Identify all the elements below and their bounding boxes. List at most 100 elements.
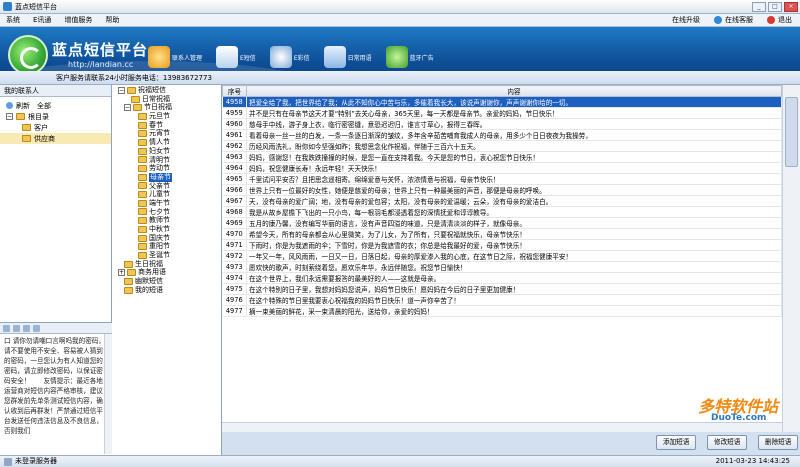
message-content-cell: 世界上只有一位最好的女性，她便是慈爱的母亲；世界上只有一种最美丽的声音，那便是母… [246,184,782,196]
notice-panel: 口 请你勿请嘲口言啊吗我的密码，请不要使用不安全、容易被人猜到的密码，一旦您认为… [0,322,112,455]
tree-festival-item[interactable]: 教师节 [112,216,221,225]
refresh-icon[interactable] [6,102,13,109]
tree-festival-label: 情人节 [149,138,170,147]
paste-icon[interactable] [23,324,30,332]
message-row[interactable]: 4959 并不是只有在母亲节这天才要“特别”去关心母亲，365天里，每一天都是母亲… [222,107,782,119]
message-row[interactable]: 4968 我是从故乡屋檐下飞出的一只小鸟，每一根羽毛都浸透着您的深情抚爱和谆谆教导… [222,206,782,218]
message-row[interactable]: 4958 把爱全给了我，把世界给了我；从此不知你心中苦与乐，多催着我长大，该说声谢… [222,96,782,108]
menu-help[interactable]: 帮助 [105,15,119,25]
message-content-cell: 在这个特别的日子里，我想对妈妈您说声，妈妈节日快乐！愿妈妈在今后的日子里更加健康… [246,283,782,295]
folder-icon [16,113,25,120]
menu-exuntong[interactable]: E讯通 [33,15,51,25]
edit-icon[interactable] [3,324,10,332]
tree-festival-item[interactable]: 妇女节 [112,147,221,156]
message-vertical-scrollbar[interactable] [782,85,800,446]
bluetooth-ad-button[interactable]: 蓝牙广告 [383,45,439,69]
message-content-cell: 妈妈，祝您健康长寿！永远年轻！天天快乐！ [246,162,782,174]
message-row[interactable]: 4974 在这个世界上，我们永远需要报答的最美好的人——这就是母亲。 [222,272,782,284]
add-phrase-button[interactable]: 添加短语 [656,435,697,450]
message-content-cell: 我是从故乡屋檐下飞出的一只小鸟，每一根羽毛都浸透着您的深情抚爱和谆谆教导。 [246,206,782,218]
sms-icon [216,46,239,68]
scroll-thumb[interactable] [785,97,798,167]
tree-festival-item[interactable]: 父亲节 [112,182,221,191]
tree-festival-item[interactable]: 情人节 [112,138,221,147]
online-service-link[interactable]: 在线客服 [714,15,753,25]
tree-festival-item[interactable]: 母亲节 [112,172,221,182]
tree-category-item[interactable]: 幽默短信 [112,277,221,286]
copy-icon[interactable] [13,324,20,332]
refresh-button[interactable]: 刷新 [16,101,30,111]
contacts-icon [148,46,170,68]
message-row[interactable]: 4964 妈妈，祝您健康长寿！永远年轻！天天快乐！ [222,162,782,174]
message-row[interactable]: 4969 五月的康乃馨，没有编写华丽的语言，没有声音四溢的味道，只是清清淡淡的样子… [222,217,782,229]
message-id-cell: 4977 [222,305,247,317]
message-row[interactable]: 4975 在这个特别的日子里，我想对妈妈您说声，妈妈节日快乐！愿妈妈在今后的日子里… [222,283,782,295]
tree-festival-item[interactable]: 清明节 [112,156,221,165]
contacts-item-suppliers[interactable]: 供应商 [0,133,111,144]
edit-phrase-button[interactable]: 修改短语 [707,435,748,450]
daily-phrases-label: 日常用语 [347,54,372,62]
tree-festival-item[interactable]: 七夕节 [112,208,221,217]
tree-category-item[interactable]: 我的短语 [112,286,221,295]
message-row[interactable]: 4965 千里试问平安否？且把思念遥相寄。绵绵爱意与关怀，浓浓情意与祝福，母亲节快… [222,173,782,185]
message-row[interactable]: 4973 愿欢快的歌声，时刻萦绕着您。愿欢乐年华，永远伴随您。祝您节日愉快！ [222,261,782,273]
tree-festival-item[interactable]: 重阳节 [112,242,221,251]
contacts-actions: 刷新 全部 [0,100,111,111]
tree-festival-item[interactable]: 中秋节 [112,225,221,234]
menu-system[interactable]: 系统 [6,15,20,25]
collapse-icon[interactable]: − [124,104,131,112]
column-content-header[interactable]: 内容 [246,85,782,97]
tree-root[interactable]: − 祝福短信 [112,86,221,95]
message-row[interactable]: 4967 天，没有母亲的爱广阔；地，没有母亲的爱包容；太阳，没有母亲的爱温暖；云朵… [222,195,782,207]
contacts-manage-button[interactable]: 联系人管理 [145,45,207,69]
collapse-icon[interactable]: − [118,86,125,94]
tree-category-item[interactable]: 生日祝福 [112,260,221,269]
font-icon[interactable] [33,324,40,332]
exit-link[interactable]: 退出 [767,15,792,25]
contacts-item-label: 供应商 [34,134,55,143]
collapse-icon[interactable]: − [6,113,13,120]
tree-group-festival[interactable]: − 节日祝福 [112,103,221,112]
maximize-icon[interactable]: □ [768,2,782,12]
message-table: 序号 内容 4958 把爱全给了我，把世界给了我；从此不知你心中苦与乐，多催着我长… [222,85,782,317]
tree-festival-item[interactable]: 劳动节 [112,164,221,173]
message-id-cell: 4975 [222,283,247,295]
tree-festival-label: 母亲节 [149,172,172,182]
daily-phrases-button[interactable]: 日常用语 [321,45,377,69]
folder-icon [131,95,140,103]
message-row[interactable]: 4966 世界上只有一位最好的女性，她便是慈爱的母亲；世界上只有一种最美丽的声音，… [222,184,782,196]
menu-value-added[interactable]: 增值服务 [64,15,92,25]
message-row[interactable]: 4970 希望今天，所有的母亲都会从心里微笑，为了儿女，为了所有，只要祝福就快乐，… [222,228,782,240]
message-row[interactable]: 4961 看着母亲一丝一丝的白发，一条一条逐日渐深的皱纹，多年含辛茹苦哺育我成人的… [222,129,782,141]
tree-festival-item[interactable]: 端午节 [112,199,221,208]
message-row[interactable]: 4972 一年又一年，风风雨雨，一日又一日，日落日起，母亲的厚爱渗入我的心底，在这… [222,250,782,262]
message-horizontal-scrollbar[interactable] [222,422,782,432]
minimize-icon[interactable]: _ [752,2,766,12]
message-row[interactable]: 4960 慈母手中线，游子身上衣，临行密密缝，意恐迟迟归，谁言寸草心，报得三春晖。 [222,118,782,130]
expand-icon[interactable]: + [118,269,125,277]
e-mms-button[interactable]: E彩信 [267,45,315,69]
tree-festival-item[interactable]: 儿童节 [112,190,221,199]
main-toolbar: 联系人管理 E短信 E彩信 日常用语 蓝牙广告 [145,45,439,69]
delete-phrase-button[interactable]: 删除短语 [758,435,799,450]
all-button[interactable]: 全部 [37,101,51,111]
tree-festival-item[interactable]: 元宵节 [112,129,221,138]
contacts-root[interactable]: − 根目录 [0,111,111,122]
contacts-item-customers[interactable]: 客户 [0,122,111,133]
message-content-cell: 千里试问平安否？且把思念遥相寄。绵绵爱意与关怀，浓浓情意与祝福，母亲节快乐！ [246,173,782,185]
message-content-cell: 希望今天，所有的母亲都会从心里微笑，为了儿女，为了所有，只要祝福就快乐，母亲节快… [246,228,782,240]
tree-festival-item[interactable]: 元旦节 [112,112,221,121]
column-id-header[interactable]: 序号 [222,85,247,97]
close-icon[interactable]: × [784,2,798,12]
message-row[interactable]: 4963 妈妈，感谢您！在我跌跌撞撞的时候，是您一直在支持着我。今天是您的节日，衷… [222,151,782,163]
tree-category-item[interactable]: + 商务用语 [112,268,221,277]
online-upgrade-link[interactable]: 在线升级 [672,15,700,25]
message-row[interactable]: 4977 摘一束美丽的鲜花，采一束清晨的阳光，送给你，亲爱的妈妈！ [222,305,782,317]
message-row[interactable]: 4962 历经风雨洗礼，盼你如今坚强如昨；我想思念化作祝福，伴随于三百六十五天。 [222,140,782,152]
notice-scrollbar[interactable] [104,334,112,454]
message-row[interactable]: 4976 在这个特殊的节日里我要衷心祝福我的妈妈节日快乐！道一声你辛苦了！ [222,294,782,306]
exit-icon [767,16,775,24]
message-row[interactable]: 4971 下雨时，你是为我遮雨的伞；下雪时，你是为我遮雪的衣；你总是给我最好的爱，… [222,239,782,251]
tree-festival-item[interactable]: 圣诞节 [112,251,221,260]
e-sms-button[interactable]: E短信 [213,45,261,69]
